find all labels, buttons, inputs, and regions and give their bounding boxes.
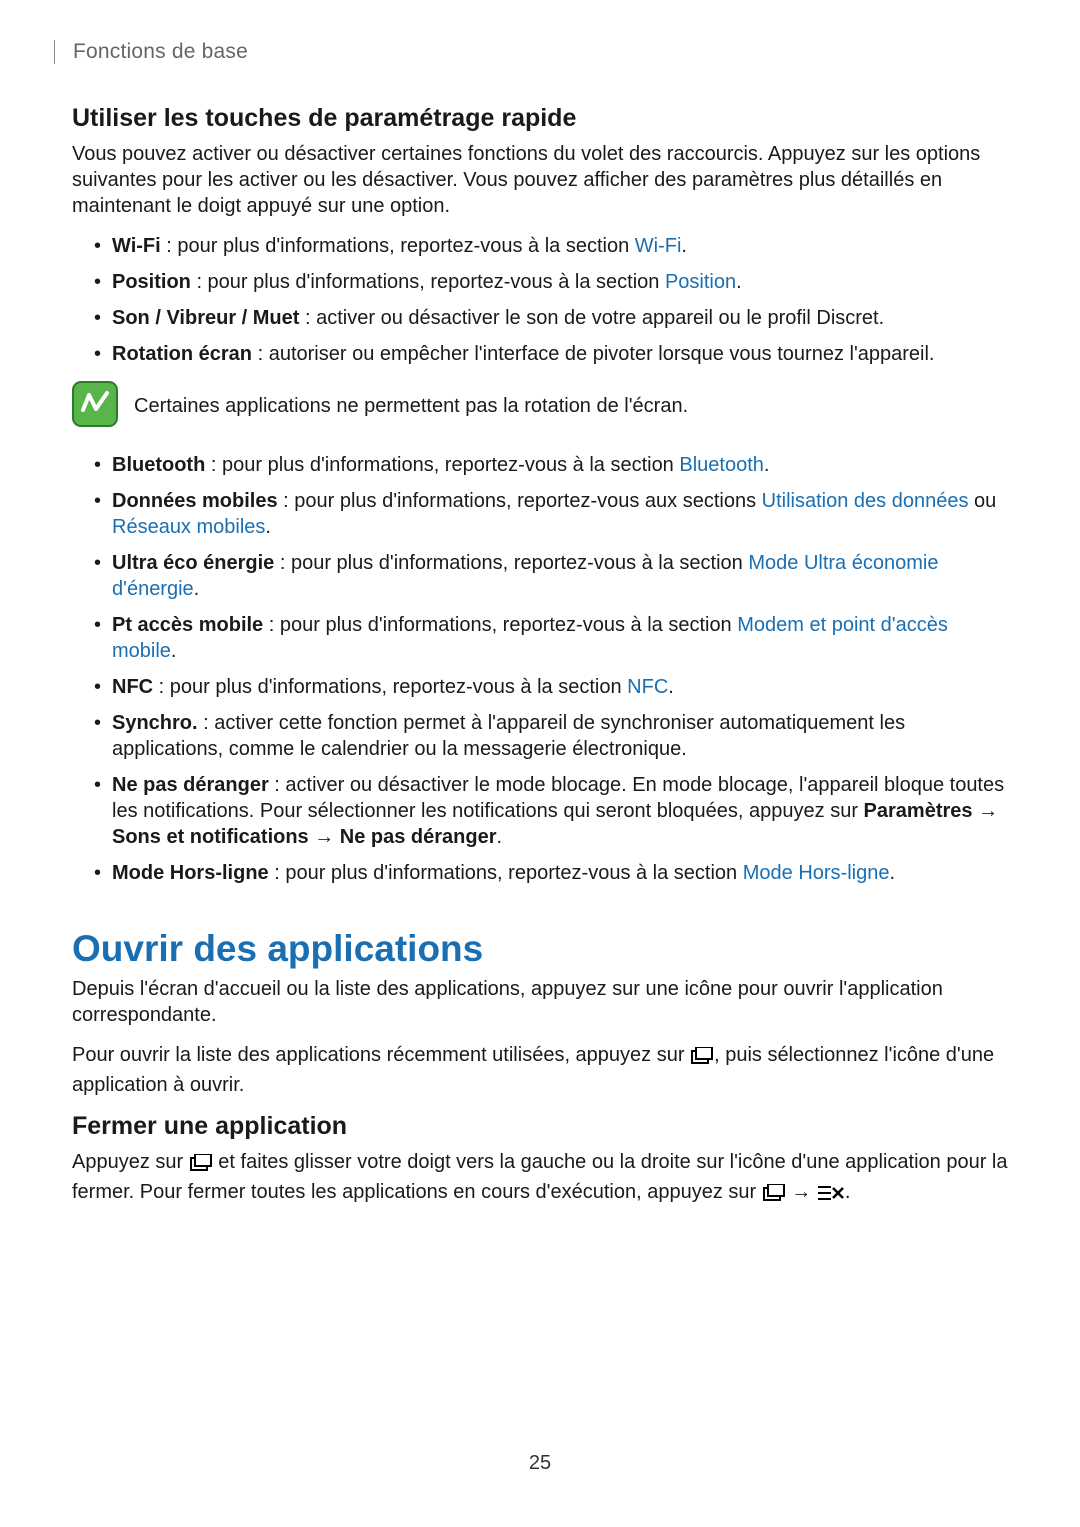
item-text: : autoriser ou empêcher l'interface de p… bbox=[252, 343, 934, 365]
list-quick-settings-2: Bluetooth : pour plus d'informations, re… bbox=[94, 452, 1008, 886]
text-arrow: → bbox=[786, 1181, 817, 1203]
page: Fonctions de base Utiliser les touches d… bbox=[0, 0, 1080, 1527]
heading-open-apps: Ouvrir des applications bbox=[72, 928, 1008, 970]
item-label: Position bbox=[112, 271, 191, 293]
item-end: . bbox=[736, 271, 742, 293]
item-label: Pt accès mobile bbox=[112, 614, 263, 636]
recent-apps-icon bbox=[690, 1048, 714, 1070]
link-bluetooth[interactable]: Bluetooth bbox=[679, 454, 764, 476]
text-fragment: . bbox=[845, 1181, 851, 1203]
item-label: Ultra éco énergie bbox=[112, 552, 274, 574]
item-label: Données mobiles bbox=[112, 490, 278, 512]
page-number: 25 bbox=[0, 1452, 1080, 1475]
item-text: : pour plus d'informations, reportez-vou… bbox=[278, 490, 762, 512]
item-end: . bbox=[681, 235, 687, 257]
item-label: NFC bbox=[112, 676, 153, 698]
link-airplane-mode[interactable]: Mode Hors-ligne bbox=[743, 862, 890, 884]
recent-apps-icon bbox=[762, 1185, 786, 1207]
item-label: Synchro. bbox=[112, 712, 198, 734]
item-text: : pour plus d'informations, reportez-vou… bbox=[205, 454, 679, 476]
item-text: : pour plus d'informations, reportez-vou… bbox=[269, 862, 743, 884]
item-text: : pour plus d'informations, reportez-vou… bbox=[274, 552, 748, 574]
list-item: NFC : pour plus d'informations, reportez… bbox=[94, 674, 1008, 700]
list-item: Synchro. : activer cette fonction permet… bbox=[94, 710, 1008, 762]
item-mid: ou bbox=[968, 490, 996, 512]
list-item: Données mobiles : pour plus d'informatio… bbox=[94, 488, 1008, 540]
recent-apps-icon bbox=[189, 1155, 213, 1177]
list-item: Son / Vibreur / Muet : activer ou désact… bbox=[94, 305, 1008, 331]
list-item: Ultra éco énergie : pour plus d'informat… bbox=[94, 550, 1008, 602]
link-position[interactable]: Position bbox=[665, 271, 736, 293]
heading-quick-settings: Utiliser les touches de paramétrage rapi… bbox=[72, 104, 1008, 133]
link-nfc[interactable]: NFC bbox=[627, 676, 668, 698]
list-item: Wi-Fi : pour plus d'informations, report… bbox=[94, 233, 1008, 259]
list-item: Position : pour plus d'informations, rep… bbox=[94, 269, 1008, 295]
item-end: . bbox=[668, 676, 674, 698]
note-callout: Certaines applications ne permettent pas… bbox=[72, 381, 1008, 432]
list-quick-settings-1: Wi-Fi : pour plus d'informations, report… bbox=[94, 233, 1008, 367]
item-end: . bbox=[497, 826, 503, 848]
item-end: . bbox=[265, 516, 271, 538]
item-text: : pour plus d'informations, reportez-vou… bbox=[263, 614, 737, 636]
open-apps-paragraph-1: Depuis l'écran d'accueil ou la liste des… bbox=[72, 976, 1008, 1028]
item-end: . bbox=[764, 454, 770, 476]
item-label: Son / Vibreur / Muet bbox=[112, 307, 299, 329]
item-label: Ne pas déranger bbox=[112, 774, 269, 796]
item-text: : activer ou désactiver le son de votre … bbox=[299, 307, 884, 329]
item-end: . bbox=[171, 640, 177, 662]
list-item: Pt accès mobile : pour plus d'informatio… bbox=[94, 612, 1008, 664]
item-text: : activer cette fonction permet à l'appa… bbox=[112, 712, 905, 760]
link-wifi[interactable]: Wi-Fi bbox=[635, 235, 682, 257]
item-label: Wi-Fi bbox=[112, 235, 161, 257]
open-apps-paragraph-2: Pour ouvrir la liste des applications ré… bbox=[72, 1042, 1008, 1098]
text-fragment: Pour ouvrir la liste des applications ré… bbox=[72, 1044, 690, 1066]
text-fragment: Appuyez sur bbox=[72, 1151, 189, 1173]
list-item: Ne pas déranger : activer ou désactiver … bbox=[94, 772, 1008, 850]
text-fragment: et faites glisser votre doigt vers la ga… bbox=[72, 1151, 1008, 1203]
list-item: Bluetooth : pour plus d'informations, re… bbox=[94, 452, 1008, 478]
item-label: Bluetooth bbox=[112, 454, 205, 476]
close-all-icon bbox=[817, 1185, 845, 1207]
item-end: . bbox=[194, 578, 200, 600]
item-label: Rotation écran bbox=[112, 343, 252, 365]
list-item: Rotation écran : autoriser ou empêcher l… bbox=[94, 341, 1008, 367]
item-label: Mode Hors-ligne bbox=[112, 862, 269, 884]
intro-paragraph: Vous pouvez activer ou désactiver certai… bbox=[72, 141, 1008, 219]
note-text: Certaines applications ne permettent pas… bbox=[134, 381, 688, 419]
heading-close-app: Fermer une application bbox=[72, 1112, 1008, 1141]
note-icon bbox=[72, 381, 118, 432]
item-text: : pour plus d'informations, reportez-vou… bbox=[191, 271, 665, 293]
item-text: : pour plus d'informations, reportez-vou… bbox=[153, 676, 627, 698]
running-head: Fonctions de base bbox=[54, 40, 1008, 64]
list-item: Mode Hors-ligne : pour plus d'informatio… bbox=[94, 860, 1008, 886]
item-end: . bbox=[889, 862, 895, 884]
link-mobile-networks[interactable]: Réseaux mobiles bbox=[112, 516, 265, 538]
item-text: : pour plus d'informations, reportez-vou… bbox=[161, 235, 635, 257]
close-app-paragraph: Appuyez sur et faites glisser votre doig… bbox=[72, 1149, 1008, 1209]
link-data-usage[interactable]: Utilisation des données bbox=[762, 490, 969, 512]
